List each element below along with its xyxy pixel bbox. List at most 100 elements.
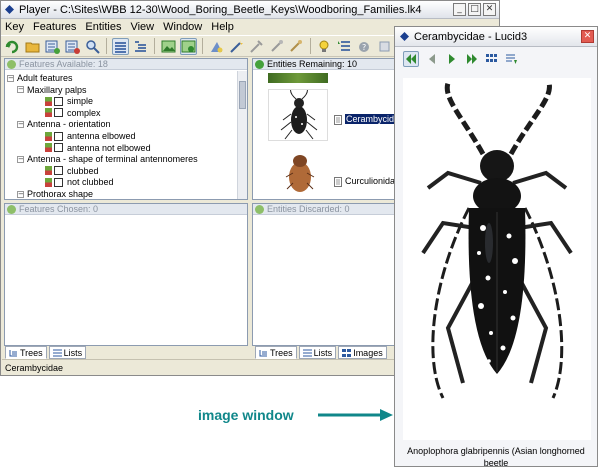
curculionidae-thumbnail [268, 151, 328, 197]
tab-trees-right[interactable]: Trees [255, 346, 297, 359]
last-image-icon[interactable] [465, 52, 479, 66]
entity-thumb-top[interactable] [268, 73, 328, 83]
best-icon[interactable] [208, 38, 225, 55]
entity-item-curculionidae[interactable]: Curculionidae [268, 151, 400, 197]
tree-icon [9, 349, 17, 356]
image-window-title: Cerambycidae - Lucid3 [414, 30, 528, 43]
features-scroll-thumb[interactable] [239, 81, 246, 109]
features-list-icon[interactable] [44, 38, 61, 55]
svg-text:?: ? [362, 43, 366, 52]
entities-discarded-icon [255, 204, 264, 214]
status-text: Cerambycidae [5, 362, 64, 373]
image-caption: Anoplophora glabripennis (Asian longhorn… [407, 446, 585, 468]
outline-view-icon[interactable] [132, 38, 149, 55]
entities-remaining-icon [255, 59, 264, 69]
menu-help[interactable]: Help [211, 21, 234, 33]
tree-state-row[interactable]: antenna not elbowed [45, 143, 151, 153]
entities-remaining-label: Entities Remaining: 10 [267, 59, 358, 69]
image-icon[interactable] [160, 38, 177, 55]
menu-view[interactable]: View [130, 21, 154, 33]
open-folder-icon[interactable] [24, 38, 41, 55]
features-scrollbar[interactable] [237, 71, 247, 199]
features-chosen-header: Features Chosen: 0 [5, 204, 247, 215]
image-window: Cerambycidae - Lucid3 ✕ Anoplophora glab… [394, 26, 598, 468]
tool-disabled-3-icon[interactable] [288, 38, 305, 55]
features-available-header: Features Available: 18 [5, 59, 247, 70]
help-icon[interactable]: ? [356, 38, 373, 55]
menu-features[interactable]: Features [33, 21, 76, 33]
tree-group-row[interactable]: − Maxillary palps [17, 85, 87, 95]
features-chosen-pane: Features Chosen: 0 [4, 203, 248, 346]
state-icon [45, 177, 52, 187]
tree-group-row[interactable]: − Adult features [7, 73, 73, 83]
image-window-close-button[interactable]: ✕ [581, 30, 594, 43]
toolbar-more-icon[interactable] [376, 38, 393, 55]
tool-disabled-1-icon[interactable] [248, 38, 265, 55]
state-checkbox[interactable] [54, 131, 63, 141]
tree-state-row[interactable]: simple [45, 96, 93, 106]
tab-trees-left-label: Trees [20, 347, 43, 358]
state-checkbox[interactable] [54, 96, 63, 106]
tree-state-row[interactable]: complex [45, 108, 101, 118]
expand-collapse-icon[interactable]: − [17, 120, 24, 128]
cerambycidae-thumbnail [268, 89, 328, 141]
tab-lists-right[interactable]: Lists [298, 346, 337, 359]
tree-state-row[interactable]: clubbed [45, 166, 99, 176]
features-available-label: Features Available: 18 [19, 59, 108, 69]
thumbnails-icon[interactable] [485, 52, 499, 66]
tree-group-row[interactable]: − Antenna - shape of terminal antennomere… [17, 154, 198, 164]
bulb-icon[interactable] [316, 38, 333, 55]
tab-lists-left[interactable]: Lists [48, 346, 87, 359]
expand-collapse-icon[interactable]: − [17, 190, 24, 198]
close-button[interactable]: ✕ [483, 3, 496, 16]
expand-collapse-icon[interactable]: − [17, 155, 24, 163]
image-view-icon[interactable] [180, 37, 197, 55]
sort-list-icon[interactable] [336, 38, 353, 55]
entities-remaining-pane: Entities Remaining: 10 Cerambycidae Curc… [252, 58, 406, 200]
tree-icon [259, 349, 267, 356]
expand-collapse-icon[interactable]: − [7, 74, 14, 82]
wand-icon[interactable] [228, 38, 245, 55]
first-image-icon[interactable] [403, 51, 419, 67]
save-image-icon[interactable] [505, 52, 519, 66]
list-icon [52, 349, 62, 356]
tab-trees-left[interactable]: Trees [5, 346, 47, 359]
tree-state-row[interactable]: antenna elbowed [45, 131, 136, 141]
minimize-button[interactable]: _ [453, 3, 466, 16]
entities-discarded-label: Entities Discarded: 0 [267, 204, 350, 214]
tree-group-row[interactable]: − Antenna - orientation [17, 119, 111, 129]
restart-icon[interactable] [4, 38, 21, 55]
tab-images-right-label: Images [353, 347, 383, 358]
entities-list-icon[interactable] [64, 38, 81, 55]
menu-key[interactable]: Key [5, 21, 24, 33]
image-toolbar [395, 47, 597, 71]
state-icon [45, 96, 52, 106]
images-grid-icon [342, 348, 352, 357]
features-available-pane: Features Available: 18 − Adult features − M… [4, 58, 248, 200]
tool-disabled-2-icon[interactable] [268, 38, 285, 55]
tree-view-icon[interactable] [112, 37, 129, 55]
tab-images-right[interactable]: Images [338, 346, 387, 359]
entity-item-cerambycidae[interactable]: Cerambycidae [268, 89, 406, 141]
state-checkbox[interactable] [54, 177, 63, 187]
tab-trees-right-label: Trees [270, 347, 293, 358]
state-checkbox[interactable] [54, 166, 63, 176]
search-icon[interactable] [84, 38, 101, 55]
tree-item-label: antenna not elbowed [67, 142, 151, 153]
tab-lists-left-label: Lists [63, 347, 83, 358]
tree-item-label: Adult features [17, 73, 73, 83]
maximize-button[interactable]: □ [468, 3, 481, 16]
previous-image-icon[interactable] [425, 52, 439, 66]
tree-group-row[interactable]: − Prothorax shape [17, 189, 93, 199]
menu-window[interactable]: Window [163, 21, 202, 33]
expand-collapse-icon[interactable]: − [17, 86, 24, 94]
state-checkbox[interactable] [54, 108, 63, 118]
list-icon [302, 349, 312, 356]
features-chosen-label: Features Chosen: 0 [19, 204, 99, 214]
state-checkbox[interactable] [54, 143, 63, 153]
entities-discarded-header: Entities Discarded: 0 [253, 204, 396, 215]
right-tab-bar: Trees Lists Images [255, 346, 387, 359]
next-image-icon[interactable] [445, 52, 459, 66]
tree-state-row[interactable]: not clubbed [45, 177, 114, 187]
menu-entities[interactable]: Entities [85, 21, 121, 33]
